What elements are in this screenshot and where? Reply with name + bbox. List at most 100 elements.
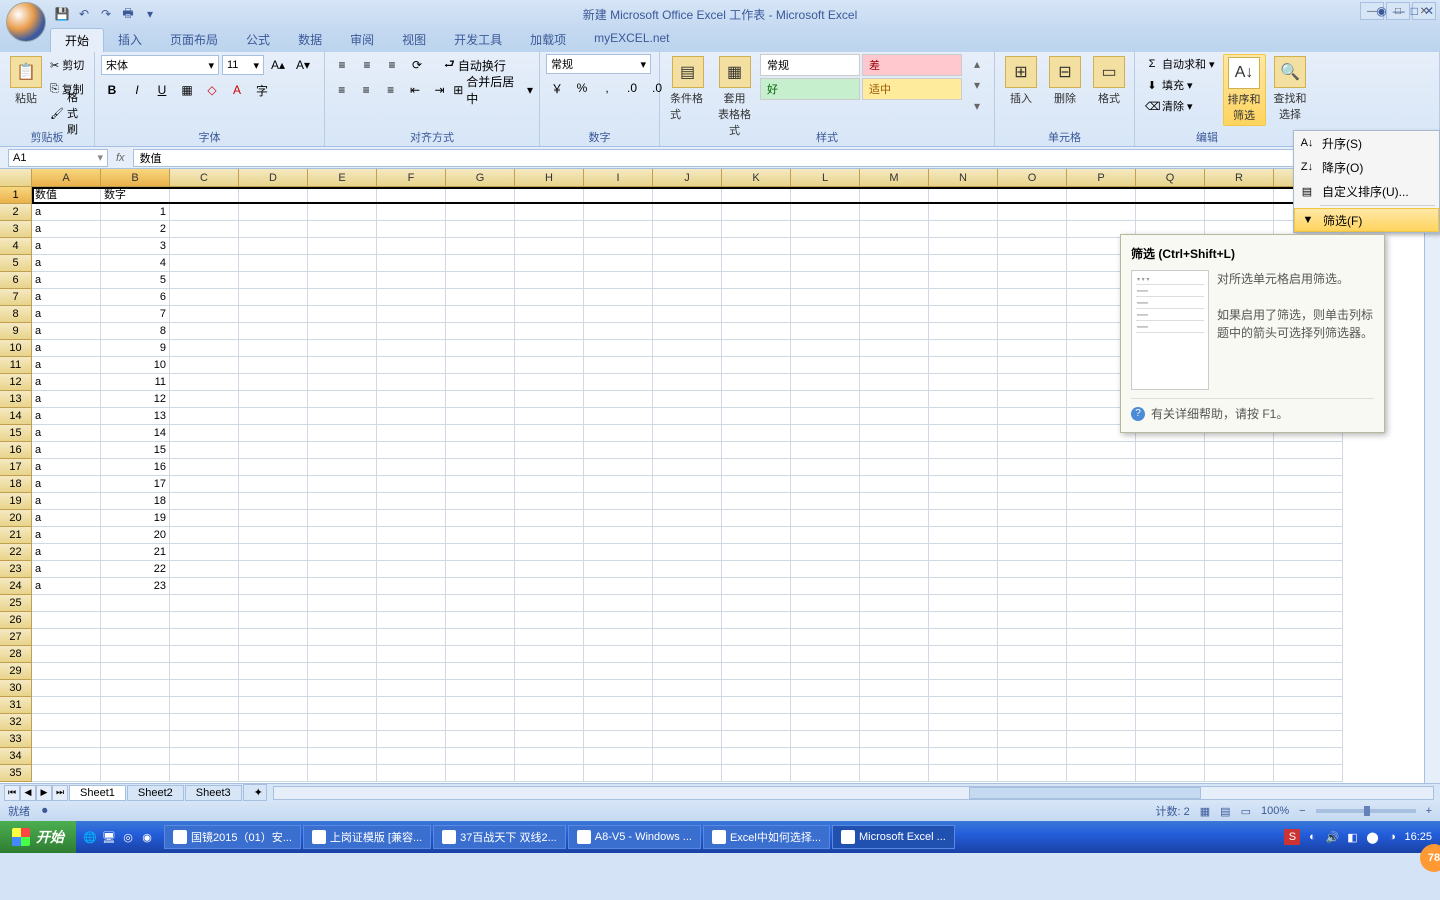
cell[interactable]: a (32, 238, 101, 255)
zoom-in-icon[interactable]: + (1426, 805, 1432, 817)
row-header[interactable]: 33 (0, 731, 32, 748)
cell[interactable] (1205, 578, 1274, 595)
ql-ie-icon[interactable]: 🌐 (82, 829, 98, 845)
cell[interactable] (722, 459, 791, 476)
cell[interactable] (584, 646, 653, 663)
row-header[interactable]: 7 (0, 289, 32, 306)
cell[interactable] (377, 578, 446, 595)
cell[interactable] (515, 221, 584, 238)
cell[interactable] (1136, 493, 1205, 510)
cell[interactable] (308, 442, 377, 459)
cell[interactable] (377, 561, 446, 578)
cell[interactable] (446, 476, 515, 493)
cell[interactable] (239, 255, 308, 272)
cell[interactable] (860, 391, 929, 408)
row-header[interactable]: 16 (0, 442, 32, 459)
cell[interactable] (446, 289, 515, 306)
cell[interactable] (998, 612, 1067, 629)
cell[interactable] (377, 238, 446, 255)
cell[interactable]: a (32, 289, 101, 306)
cell[interactable] (308, 374, 377, 391)
cell[interactable] (653, 476, 722, 493)
cell[interactable] (653, 357, 722, 374)
cell[interactable] (584, 459, 653, 476)
cell[interactable]: 3 (101, 238, 170, 255)
cell[interactable] (653, 663, 722, 680)
cell[interactable] (515, 476, 584, 493)
cell[interactable] (239, 731, 308, 748)
cell[interactable] (722, 731, 791, 748)
cell[interactable] (239, 544, 308, 561)
cell[interactable] (584, 578, 653, 595)
hscroll-thumb[interactable] (969, 787, 1201, 799)
cell[interactable] (101, 731, 170, 748)
ribbon-tab-7[interactable]: 开发工具 (440, 28, 516, 52)
cell[interactable] (791, 629, 860, 646)
zoom-level[interactable]: 100% (1261, 805, 1289, 817)
cell[interactable] (308, 561, 377, 578)
cell[interactable] (791, 459, 860, 476)
cell[interactable] (929, 272, 998, 289)
cell[interactable] (515, 323, 584, 340)
cell[interactable]: 23 (101, 578, 170, 595)
cell[interactable] (446, 595, 515, 612)
cell[interactable] (515, 578, 584, 595)
col-header[interactable]: G (446, 169, 515, 186)
cell[interactable] (860, 595, 929, 612)
col-header[interactable]: M (860, 169, 929, 186)
cell[interactable] (998, 306, 1067, 323)
cell[interactable]: a (32, 510, 101, 527)
cell[interactable] (722, 612, 791, 629)
cell[interactable] (722, 391, 791, 408)
cell[interactable] (515, 408, 584, 425)
cell[interactable] (170, 646, 239, 663)
cell[interactable] (929, 646, 998, 663)
cell[interactable] (1274, 765, 1343, 782)
cell[interactable] (1274, 595, 1343, 612)
cell[interactable] (860, 238, 929, 255)
cell[interactable] (308, 289, 377, 306)
cell[interactable] (377, 306, 446, 323)
cell[interactable] (791, 680, 860, 697)
cell[interactable] (1067, 646, 1136, 663)
cell[interactable] (101, 765, 170, 782)
cell[interactable] (1205, 612, 1274, 629)
cell[interactable] (101, 612, 170, 629)
table-format-button[interactable]: ▦套用 表格格式 (713, 54, 756, 140)
cell[interactable] (446, 493, 515, 510)
cell[interactable] (1067, 459, 1136, 476)
cell[interactable]: a (32, 408, 101, 425)
cell[interactable] (1205, 459, 1274, 476)
cell[interactable] (860, 765, 929, 782)
cell[interactable] (446, 204, 515, 221)
cell[interactable] (1205, 646, 1274, 663)
cell[interactable] (653, 578, 722, 595)
bold-button[interactable]: B (101, 80, 123, 100)
sheet-tab[interactable]: Sheet3 (185, 785, 242, 801)
cell[interactable]: 18 (101, 493, 170, 510)
cell[interactable] (1205, 697, 1274, 714)
cell[interactable] (377, 272, 446, 289)
tray-icon-6[interactable]: ◑ (1384, 829, 1400, 845)
cell[interactable] (308, 510, 377, 527)
cell[interactable] (446, 714, 515, 731)
cond-format-button[interactable]: ▤条件格式 (666, 54, 709, 124)
cell[interactable] (722, 204, 791, 221)
row-header[interactable]: 34 (0, 748, 32, 765)
row-header[interactable]: 31 (0, 697, 32, 714)
cell[interactable] (653, 255, 722, 272)
cell[interactable] (791, 391, 860, 408)
cell[interactable] (1274, 714, 1343, 731)
align-top-icon[interactable]: ≡ (331, 55, 353, 75)
row-header[interactable]: 11 (0, 357, 32, 374)
row-header[interactable]: 5 (0, 255, 32, 272)
cell[interactable] (377, 493, 446, 510)
vertical-scrollbar[interactable] (1424, 187, 1440, 783)
cell[interactable]: 22 (101, 561, 170, 578)
row-header[interactable]: 18 (0, 476, 32, 493)
qat-more-icon[interactable]: ▾ (140, 4, 160, 24)
cell[interactable] (860, 680, 929, 697)
cell[interactable] (239, 272, 308, 289)
cell[interactable] (1136, 629, 1205, 646)
cell[interactable] (101, 663, 170, 680)
